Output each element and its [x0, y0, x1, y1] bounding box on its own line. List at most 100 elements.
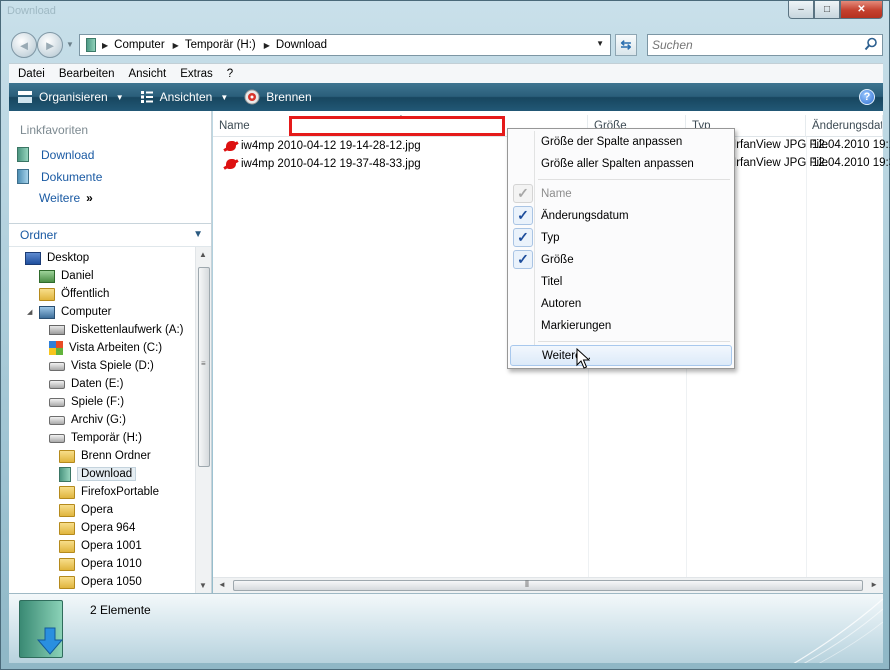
tree-item-label: Opera 1001	[81, 540, 142, 552]
burn-label: Brennen	[266, 90, 312, 104]
file-date: 12.04.2010 19:37	[812, 157, 890, 169]
tree-item-opera[interactable]: Opera	[59, 501, 113, 519]
menu-help[interactable]: ?	[220, 68, 240, 80]
forward-button[interactable]: ►	[37, 32, 63, 58]
menu-datei[interactable]: Datei	[11, 68, 52, 80]
minimize-button[interactable]: –	[788, 1, 814, 19]
chevron-down-icon[interactable]: ▼	[193, 229, 203, 240]
expanded-arrow-icon[interactable]: ◢	[27, 308, 37, 316]
address-bar[interactable]: ▶ Computer ▶ Temporär (H:) ▶ Download ▼	[79, 34, 611, 56]
more-favorites-label[interactable]: Weitere	[39, 191, 80, 205]
checkmark-icon: ✓	[513, 206, 533, 225]
organize-button[interactable]: Organisieren ▼	[9, 83, 132, 111]
tree-item-opera-964[interactable]: Opera 964	[59, 519, 135, 537]
menu-item-label: Größe der Spalte anpassen	[541, 135, 683, 148]
favorite-link-download[interactable]: Download	[17, 147, 94, 162]
menu-item-fit-column[interactable]: Größe der Spalte anpassen	[510, 131, 732, 152]
tree-item-label: Download	[77, 467, 137, 481]
tree-item-opera-1001[interactable]: Opera 1001	[59, 537, 142, 555]
window-controls: – □ ✕	[788, 1, 883, 19]
views-label: Ansichten	[159, 90, 213, 104]
download-folder-icon	[17, 147, 29, 162]
favorite-link-label[interactable]: Download	[41, 148, 94, 162]
tree-item-floppy-a[interactable]: Diskettenlaufwerk (A:)	[49, 321, 183, 339]
burn-button[interactable]: Brennen	[236, 83, 319, 111]
folders-header[interactable]: Ordner ▼	[9, 223, 211, 247]
tree-item-drive-e[interactable]: Daten (E:)	[49, 375, 123, 393]
checkmark-icon: ✓	[513, 228, 533, 247]
scrollbar-thumb[interactable]	[233, 580, 863, 591]
menu-extras[interactable]: Extras	[173, 68, 220, 80]
tree-item-opera-1050[interactable]: Opera 1050	[59, 573, 142, 591]
tree-item-drive-c[interactable]: Vista Arbeiten (C:)	[49, 339, 162, 357]
horizontal-scrollbar[interactable]: ◄ ⦀ ►	[213, 577, 883, 593]
breadcrumb-separator-icon[interactable]: ▶	[102, 41, 108, 50]
menu-item-column-title[interactable]: Titel	[510, 271, 732, 292]
tree-item-label: Spiele (F:)	[71, 396, 125, 408]
menu-item-column-authors[interactable]: Autoren	[510, 293, 732, 314]
tree-item-drive-f[interactable]: Spiele (F:)	[49, 393, 124, 411]
title-bar[interactable]: Download – □ ✕	[1, 1, 889, 27]
menu-item-column-date[interactable]: ✓ Änderungsdatum	[510, 205, 732, 226]
help-button[interactable]: ?	[859, 89, 875, 105]
folder-icon	[59, 485, 75, 499]
breadcrumb-label[interactable]: Download	[276, 39, 327, 51]
search-input[interactable]	[648, 35, 848, 55]
tree-item-brenn-ordner[interactable]: Brenn Ordner	[59, 447, 151, 465]
tree-item-desktop[interactable]: Desktop	[25, 249, 89, 267]
menu-item-column-type[interactable]: ✓ Typ	[510, 227, 732, 248]
breadcrumb-drive-h[interactable]: ▶ Temporär (H:)	[173, 39, 256, 51]
column-header-label: Name	[219, 120, 250, 132]
menu-bearbeiten[interactable]: Bearbeiten	[52, 68, 122, 80]
address-dropdown-icon[interactable]: ▼	[596, 39, 604, 48]
chevron-down-icon[interactable]: ▼	[220, 93, 228, 102]
tree-item-opera-1010[interactable]: Opera 1010	[59, 555, 142, 573]
tree-item-drive-g[interactable]: Archiv (G:)	[49, 411, 126, 429]
tree-item-daniel[interactable]: Daniel	[39, 267, 94, 285]
tree-item-drive-d[interactable]: Vista Spiele (D:)	[49, 357, 154, 375]
file-date: 12.04.2010 19:14	[812, 139, 890, 151]
menu-item-column-size[interactable]: ✓ Größe	[510, 249, 732, 270]
tree-item-label: Öffentlich	[61, 288, 110, 300]
breadcrumb-computer[interactable]: ▶ Computer	[102, 39, 165, 51]
breadcrumb-separator-icon[interactable]: ▶	[264, 41, 270, 50]
scroll-left-icon[interactable]: ◄	[218, 580, 226, 589]
tree-item-public[interactable]: Öffentlich	[39, 285, 109, 303]
file-name-cell[interactable]: iw4mp 2010-04-12 19-14-28-12.jpg	[223, 139, 421, 153]
more-favorites-link[interactable]: Weitere »	[39, 191, 93, 205]
refresh-button[interactable]: ⇆	[615, 34, 637, 56]
menu-item-column-tags[interactable]: Markierungen	[510, 315, 732, 336]
file-name-cell[interactable]: iw4mp 2010-04-12 19-37-48-33.jpg	[223, 157, 421, 171]
close-button[interactable]: ✕	[840, 1, 883, 19]
recent-pages-dropdown-icon[interactable]: ▼	[66, 40, 74, 49]
tree-item-firefoxportable[interactable]: FirefoxPortable	[59, 483, 159, 501]
column-header-date[interactable]: Änderungsdatum	[806, 115, 883, 137]
tree-item-drive-h[interactable]: Temporär (H:)	[49, 429, 142, 447]
tree-item-label: Vista Arbeiten (C:)	[69, 342, 163, 354]
menu-item-more-columns[interactable]: Weitere...	[510, 345, 732, 366]
tree-item-label: Opera 1010	[81, 558, 142, 570]
favorite-link-label[interactable]: Dokumente	[41, 170, 102, 184]
scroll-down-icon[interactable]: ▼	[199, 581, 207, 590]
irfanview-file-icon	[223, 139, 239, 153]
breadcrumb-label[interactable]: Temporär (H:)	[185, 39, 256, 51]
explorer-window: Download – □ ✕ ◄ ► ▼ ▶ Computer ▶ Temporär…	[0, 0, 890, 670]
tree-item-download[interactable]: Download	[59, 465, 137, 483]
breadcrumb-separator-icon[interactable]: ▶	[173, 41, 179, 50]
search-box[interactable]	[647, 34, 883, 56]
favorite-link-documents[interactable]: Dokumente	[17, 169, 102, 184]
menu-ansicht[interactable]: Ansicht	[121, 68, 173, 80]
views-button[interactable]: Ansichten ▼	[132, 83, 237, 111]
scroll-up-icon[interactable]: ▲	[199, 250, 207, 259]
menu-item-fit-all-columns[interactable]: Größe aller Spalten anpassen	[510, 153, 732, 174]
breadcrumb-download[interactable]: ▶ Download	[264, 39, 327, 51]
breadcrumb-label[interactable]: Computer	[114, 39, 165, 51]
maximize-button[interactable]: □	[814, 1, 840, 19]
tree-item-computer[interactable]: ◢ Computer	[27, 303, 112, 321]
search-icon[interactable]	[864, 37, 878, 51]
hard-drive-icon	[49, 361, 65, 371]
back-button[interactable]: ◄	[11, 32, 37, 58]
tree-scrollbar[interactable]: ▲ ≡ ▼	[195, 247, 211, 593]
hard-drive-icon	[49, 433, 65, 443]
scroll-right-icon[interactable]: ►	[870, 580, 878, 589]
